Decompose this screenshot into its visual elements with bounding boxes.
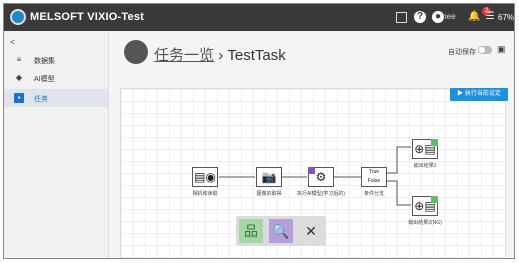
robot-avatar-icon <box>124 40 148 64</box>
flow-node-image-acquire[interactable]: 📷 <box>256 167 282 187</box>
breadcrumb-task-list-link[interactable]: 任务一览 <box>154 47 214 64</box>
app-title: MELSOFT VIXIO-Test <box>30 11 145 23</box>
book-icon[interactable] <box>396 12 407 23</box>
camera-icon: 📷 <box>261 170 277 184</box>
menu-icon[interactable]: ☰ <box>484 11 496 23</box>
sidebar-item-ai-model[interactable]: ◆ AI模型 <box>4 69 108 87</box>
flow-node-output-1[interactable]: ⊕▤ <box>412 139 438 159</box>
user-name[interactable]: mee <box>440 12 456 21</box>
run-button-label: 执行当前设定 <box>464 91 501 97</box>
bell-icon[interactable]: 🔔 <box>468 11 480 23</box>
layers-icon: ◆ <box>15 73 23 82</box>
branch-true-label: True <box>368 169 380 175</box>
node-flag-icon <box>431 139 438 146</box>
sidebar-item-label: 任务 <box>34 96 48 103</box>
node-flag-icon <box>308 167 315 174</box>
inspect-tool-icon[interactable]: 🔍 <box>269 219 293 243</box>
run-icon: ▶ <box>457 91 465 97</box>
app-window: MELSOFT VIXIO-Test ? ● mee 🔔 2 ☰ 67% < ≡… <box>3 3 515 259</box>
flow-node-ai-model[interactable]: ⚙ <box>308 167 334 187</box>
task-icon: ▪ <box>14 93 24 103</box>
autosave-label: 自动保存 <box>448 49 476 56</box>
run-current-settings-button[interactable]: ▶ 执行当前设定 <box>450 88 508 101</box>
flow-node-camera-input[interactable]: ▤◉ <box>192 167 218 187</box>
app-logo-icon <box>10 9 26 25</box>
tool-palette: 品 🔍 ✕ <box>236 216 326 246</box>
flow-node-label: 条件分支 <box>363 191 384 197</box>
flow-node-branch[interactable]: True False <box>361 167 387 187</box>
flow-node-label: 输出结果2(NG) <box>408 220 442 226</box>
sidebar-item-dataset[interactable]: ≡ 数据集 <box>4 51 108 69</box>
flow-node-label: 输出结果1 <box>413 163 437 169</box>
top-bar: MELSOFT VIXIO-Test ? ● mee 🔔 2 ☰ 67% <box>4 4 514 31</box>
help-icon[interactable]: ? <box>414 11 426 23</box>
settings-tool-icon[interactable]: ✕ <box>299 219 323 243</box>
branch-icon: True False <box>362 168 386 186</box>
hierarchy-tool-icon[interactable]: 品 <box>239 219 263 243</box>
database-icon: ≡ <box>16 55 22 64</box>
flow-node-label: 图像的取得 <box>256 191 282 197</box>
flow-node-output-2[interactable]: ⊕▤ <box>412 196 438 216</box>
sidebar-item-label: 数据集 <box>34 58 55 65</box>
connector-line <box>387 146 411 174</box>
sidebar-item-label: AI模型 <box>34 76 55 83</box>
collapse-icon[interactable]: < <box>10 37 22 47</box>
sidebar: < ≡ 数据集 ◆ AI模型 ▪ 任务 <box>4 31 109 258</box>
sidebar-item-task[interactable]: ▪ 任务 <box>4 89 108 107</box>
page-title: TestTask <box>227 47 286 64</box>
breadcrumb-separator: › <box>218 47 224 64</box>
breadcrumb: 任务一览 › TestTask <box>154 44 286 65</box>
camera-input-icon: ▤◉ <box>194 170 216 184</box>
node-flag-icon <box>431 196 438 203</box>
battery-level: 67% <box>498 13 515 22</box>
autosave-toggle[interactable] <box>478 46 492 54</box>
flow-node-label: 相机和读取 <box>192 191 218 197</box>
flow-node-label: 执行AI模型(学习后的) <box>296 191 346 197</box>
branch-false-label: False <box>367 178 381 184</box>
save-icon[interactable]: ▣ <box>497 44 507 54</box>
